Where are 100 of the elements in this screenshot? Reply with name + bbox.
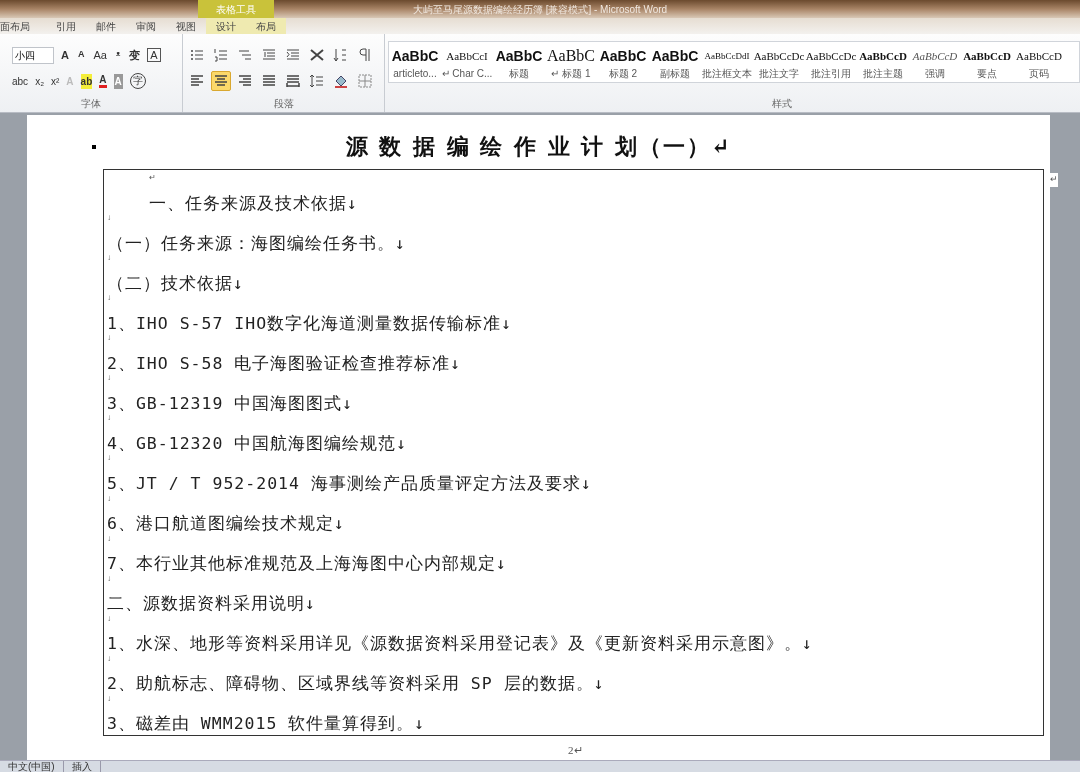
- ribbon-tab[interactable]: 设计: [206, 18, 246, 34]
- paragraph-mark: ↓: [107, 494, 111, 503]
- style-name: 副标题: [660, 67, 690, 81]
- ribbon-tab[interactable]: 面布局: [0, 18, 46, 34]
- style-name: 强调: [925, 67, 945, 81]
- align-center-icon: [213, 73, 229, 89]
- style-name: 标题 2: [608, 67, 638, 81]
- style-item[interactable]: AaBbC articleto...: [389, 42, 441, 82]
- document-line: 一、任务来源及技术依据↓: [149, 192, 358, 215]
- style-name: 批注引用: [811, 67, 851, 81]
- font-format-button[interactable]: A: [147, 48, 161, 62]
- row-end-mark: ↵: [1050, 173, 1058, 187]
- paragraph-mark: ↓: [107, 414, 111, 423]
- style-name: 批注文字: [759, 67, 799, 81]
- paragraph-mark: ↓: [107, 534, 111, 543]
- style-item[interactable]: AaBbC 标题 2: [597, 42, 649, 82]
- distribute-icon: [285, 73, 301, 89]
- font-format-button[interactable]: ᵜ: [113, 46, 123, 64]
- document-line: （二）技术依据↓: [107, 272, 244, 295]
- document-line: 3、磁差由 WMM2015 软件量算得到。↓: [107, 713, 426, 736]
- align-center-button[interactable]: [211, 71, 231, 91]
- style-name: 批注主题: [863, 67, 903, 81]
- style-sample: AaBbC: [599, 47, 647, 66]
- style-sample: AaBbCcDdI: [704, 50, 750, 63]
- font-format-button[interactable]: A: [75, 48, 87, 62]
- group-label: 样式: [772, 97, 793, 111]
- document-line: 4、GB-12320 中国航海图编绘规范↓: [107, 433, 408, 455]
- style-item[interactable]: AaBbCcD 页码: [1013, 42, 1065, 82]
- style-sample: AaBbCcD: [1016, 49, 1062, 64]
- style-item[interactable]: AaBbCcD 要点: [961, 42, 1013, 82]
- font-format-button[interactable]: ab: [80, 73, 93, 89]
- document-line: 3、GB-12319 中国海图图式↓: [107, 393, 354, 415]
- document-line: 7、本行业其他标准规范及上海海图中心内部规定↓: [107, 553, 507, 576]
- font-format-button[interactable]: A: [99, 74, 107, 88]
- style-name: ↵ 标题 1: [551, 67, 591, 81]
- style-sample: AaBbCcDc: [753, 49, 805, 64]
- font-format-button[interactable]: A: [59, 46, 71, 64]
- line-spacing-icon: [309, 73, 325, 89]
- paragraph-mark: ↓: [107, 574, 111, 583]
- multilevel-list-icon: [237, 47, 253, 63]
- sort-icon: [333, 47, 349, 63]
- status-item: 中文(中国): [0, 761, 64, 772]
- style-sample: AaBbCcD: [912, 49, 958, 64]
- style-item[interactable]: AaBbCcD 强调: [909, 42, 961, 82]
- paragraph-mark: ↓: [107, 294, 111, 303]
- style-item[interactable]: AaBbC 标题: [493, 42, 545, 82]
- document-line: 二、源数据资料采用说明↓: [107, 593, 316, 616]
- style-item[interactable]: AaBbCcD 批注主题: [857, 42, 909, 82]
- ribbon-tab[interactable]: 视图: [166, 18, 206, 34]
- font-format-button[interactable]: 变: [127, 46, 143, 64]
- document-line: 2、IHO S-58 电子海图验证检查推荐标准↓: [107, 352, 462, 375]
- group-label: 字体: [80, 97, 102, 111]
- style-name: 批注框文本: [702, 67, 752, 81]
- document-line: 1、水深、地形等资料采用详见《源数据资料采用登记表》及《更新资料采用示意图》。↓: [107, 633, 813, 656]
- ribbon-tab[interactable]: 审阅: [126, 18, 166, 34]
- style-sample: AaBbCcI: [446, 49, 488, 64]
- font-format-button[interactable]: abc: [12, 73, 29, 89]
- style-name: 要点: [977, 67, 997, 81]
- paragraph-mark: ↓: [107, 654, 111, 663]
- group-label: 段落: [272, 97, 295, 111]
- numbered-list-icon: [213, 47, 229, 63]
- font-format-button[interactable]: x²: [51, 73, 60, 89]
- style-item[interactable]: AaBbC ↵ 标题 1: [545, 42, 597, 82]
- justify-icon: [261, 73, 277, 89]
- paragraph-mark: ↓: [107, 334, 111, 343]
- paragraph-mark: ↓: [107, 374, 111, 383]
- style-sample: AaBbC: [651, 47, 699, 66]
- style-item[interactable]: AaBbCcDdI 批注框文本: [701, 42, 753, 82]
- paragraph-mark: ↓: [107, 614, 111, 623]
- paragraph-mark: ↓: [107, 254, 111, 263]
- style-sample: AaBbCcDc: [805, 49, 857, 64]
- style-item[interactable]: AaBbC 副标题: [649, 42, 701, 82]
- increase-indent-icon: [285, 47, 301, 63]
- document-line: （一）任务来源：海图编绘任务书。↓: [107, 232, 406, 255]
- bullet-marker: [92, 145, 96, 149]
- style-item[interactable]: AaBbCcDc 批注引用: [805, 42, 857, 82]
- style-name: ↵ Char C...: [441, 67, 493, 81]
- document-line: 6、港口航道图编绘技术规定↓: [107, 513, 345, 536]
- ribbon-tab[interactable]: 邮件: [86, 18, 126, 34]
- bullet-list-icon: [189, 47, 205, 63]
- context-tab-group: 表格工具: [198, 0, 274, 18]
- status-item: 插入: [63, 761, 101, 772]
- paragraph-mark: ↓: [107, 214, 111, 223]
- ribbon-tab[interactable]: 布局: [246, 18, 286, 34]
- paragraph-mark: ↵: [149, 174, 156, 182]
- font-format-button[interactable]: x₂: [35, 73, 44, 89]
- style-name: articleto...: [393, 67, 437, 81]
- document-line: 1、IHO S-57 IHO数字化海道测量数据传输标准↓: [107, 312, 513, 335]
- style-sample: AaBbC: [547, 46, 595, 66]
- style-item[interactable]: AaBbCcDc 批注文字: [753, 42, 805, 82]
- ribbon-tab[interactable]: 引用: [46, 18, 86, 34]
- font-format-button[interactable]: Aa: [91, 46, 109, 64]
- paint-bucket-icon: [333, 73, 349, 89]
- border-grid-icon: [357, 73, 373, 89]
- page-number: 2↵: [568, 743, 583, 758]
- style-item[interactable]: AaBbCcI ↵ Char C...: [441, 42, 493, 82]
- document-line: 2、助航标志、障碍物、区域界线等资料采用 SP 层的数据。↓: [107, 673, 605, 696]
- decrease-indent-icon: [261, 47, 277, 63]
- style-name: 标题: [509, 67, 529, 81]
- font-size-field[interactable]: 小四: [12, 46, 54, 64]
